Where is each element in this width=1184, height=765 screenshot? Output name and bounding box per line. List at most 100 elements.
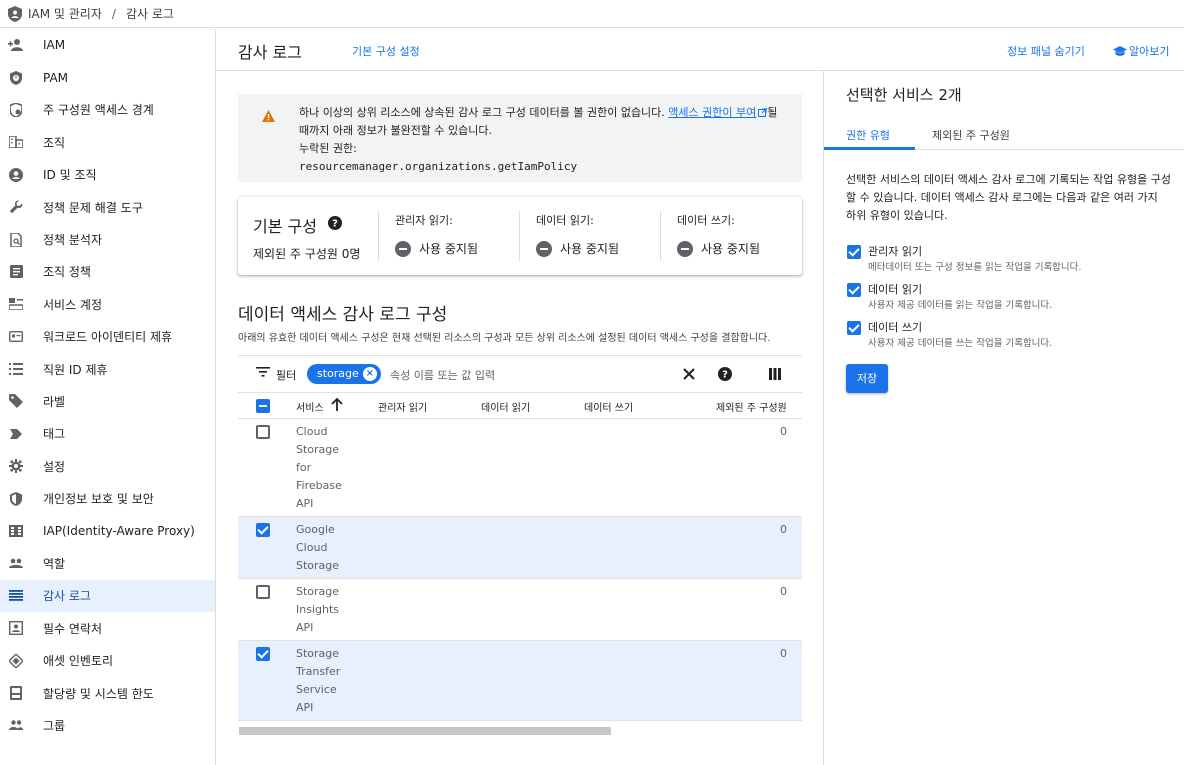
policy-analyzer-icon bbox=[8, 232, 24, 248]
service-name: Storage Transfer Service API bbox=[296, 645, 356, 717]
sidebar-item-asset-inventory[interactable]: 애셋 인벤토리 bbox=[0, 644, 215, 676]
sidebar-item-essential-contacts[interactable]: 필수 연락처 bbox=[0, 612, 215, 644]
filter-input[interactable]: 속성 이름 또는 값 입력 bbox=[390, 367, 495, 383]
sidebar-item-settings[interactable]: 설정 bbox=[0, 450, 215, 482]
roles-icon bbox=[8, 555, 24, 571]
default-config-link[interactable]: 기본 구성 설정 bbox=[352, 43, 420, 59]
sidebar-item-label: 워크로드 아이덴티티 제휴 bbox=[43, 330, 173, 345]
sidebar: IAM PAM 주 구성원 액세스 경계 조직 ID 및 조직 정책 문제 해결… bbox=[0, 29, 216, 765]
sidebar-item-label: 태그 bbox=[43, 427, 66, 442]
column-display-icon[interactable] bbox=[769, 368, 781, 380]
service-line: Google bbox=[296, 523, 335, 536]
sidebar-item-service-accounts[interactable]: 서비스 계정 bbox=[0, 288, 215, 320]
hide-info-panel-link[interactable]: 정보 패널 숨기기 bbox=[1007, 43, 1085, 59]
table-row[interactable]: Storage Insights API 0 bbox=[238, 579, 802, 641]
service-line: Service bbox=[296, 683, 337, 696]
clear-icon[interactable] bbox=[683, 368, 695, 380]
account-circle-icon bbox=[8, 167, 24, 183]
breadcrumb: IAM 및 관리자 / 감사 로그 bbox=[0, 0, 1184, 28]
shield-clock-icon bbox=[8, 70, 24, 86]
chip-remove-icon[interactable]: × bbox=[362, 367, 377, 381]
option-description: 사용자 제공 데이터를 읽는 작업을 기록합니다. bbox=[868, 300, 1053, 311]
exempted-count: 제외된 주 구성원 0명 bbox=[253, 247, 361, 261]
warning-message: 하나 이상의 상위 리소스에 상속된 감사 로그 구성 데이터를 볼 권한이 없… bbox=[299, 104, 782, 140]
column-service[interactable]: 서비스 bbox=[296, 399, 324, 414]
warning-icon bbox=[262, 110, 275, 122]
row-checkbox[interactable] bbox=[256, 523, 270, 537]
label-icon bbox=[8, 393, 24, 409]
data-write-checkbox[interactable] bbox=[847, 321, 861, 335]
sidebar-item-quotas[interactable]: 할당량 및 시스템 한도 bbox=[0, 677, 215, 709]
sidebar-item-label: 역할 bbox=[43, 556, 66, 571]
info-panel-title: 선택한 서비스 2개 bbox=[846, 86, 962, 104]
sidebar-item-pam[interactable]: PAM bbox=[0, 61, 215, 93]
sidebar-item-audit-logs[interactable]: 감사 로그 bbox=[0, 579, 215, 613]
exempted-value: 0 bbox=[780, 585, 787, 598]
learn-link[interactable]: 알아보기 bbox=[1113, 43, 1169, 59]
breadcrumb-root[interactable]: IAM 및 관리자 bbox=[28, 5, 102, 22]
option-label: 데이터 쓰기 bbox=[868, 321, 923, 334]
grant-access-link[interactable]: 액세스 권한이 부여 bbox=[668, 106, 768, 119]
sidebar-item-privacy-security[interactable]: 개인정보 보호 및 보안 bbox=[0, 482, 215, 514]
sidebar-item-tags[interactable]: 태그 bbox=[0, 418, 215, 450]
option-description: 메타데이터 또는 구성 정보를 읽는 작업을 기록합니다. bbox=[868, 262, 1082, 273]
sidebar-item-org-policy[interactable]: 조직 정책 bbox=[0, 256, 215, 288]
data-access-description: 아래의 유효한 데이터 액세스 구성은 현재 선택된 리소스의 구성과 모든 상… bbox=[238, 333, 771, 344]
table-header: 서비스 관리자 읽기 데이터 읽기 데이터 쓰기 제외된 주 구성원 bbox=[238, 393, 802, 419]
row-checkbox[interactable] bbox=[256, 647, 270, 661]
person-add-icon bbox=[8, 37, 24, 53]
missing-permission-label: 누락된 권한: bbox=[299, 142, 357, 155]
sidebar-item-troubleshooter[interactable]: 정책 문제 해결 도구 bbox=[0, 191, 215, 223]
data-read-value: 사용 중지됨 bbox=[560, 242, 620, 256]
default-config-title: 기본 구성 bbox=[253, 217, 317, 236]
data-write-value: 사용 중지됨 bbox=[701, 242, 761, 256]
service-line: Storage bbox=[296, 647, 340, 660]
filter-icon[interactable] bbox=[256, 367, 270, 377]
service-name: Google Cloud Storage bbox=[296, 521, 356, 575]
tab-exempted-principals[interactable]: 제외된 주 구성원 bbox=[932, 127, 1010, 143]
help-icon[interactable]: ? bbox=[718, 367, 732, 381]
help-icon[interactable]: ? bbox=[328, 216, 342, 230]
data-write-label: 데이터 쓰기: bbox=[677, 214, 735, 227]
sidebar-item-workforce-identity[interactable]: 직원 ID 제휴 bbox=[0, 353, 215, 385]
row-checkbox[interactable] bbox=[256, 425, 270, 439]
sidebar-item-access-boundary[interactable]: 주 구성원 액세스 경계 bbox=[0, 94, 215, 126]
sidebar-item-label: 할당량 및 시스템 한도 bbox=[43, 686, 154, 701]
sidebar-item-organization[interactable]: 조직 bbox=[0, 126, 215, 158]
horizontal-scrollbar[interactable] bbox=[239, 727, 611, 735]
disabled-icon bbox=[536, 240, 552, 257]
admin-read-value: 사용 중지됨 bbox=[419, 242, 479, 256]
table-row[interactable]: Google Cloud Storage 0 bbox=[238, 517, 802, 579]
sidebar-item-label: 개인정보 보호 및 보안 bbox=[43, 492, 154, 507]
tab-permission-types[interactable]: 권한 유형 bbox=[846, 127, 890, 143]
sidebar-item-identity[interactable]: ID 및 조직 bbox=[0, 159, 215, 191]
sidebar-item-groups[interactable]: 그룹 bbox=[0, 709, 215, 741]
option-description: 사용자 제공 데이터를 쓰는 작업을 기록합니다. bbox=[868, 338, 1053, 349]
privacy-shield-icon bbox=[8, 491, 24, 507]
main-content: 하나 이상의 상위 리소스에 상속된 감사 로그 구성 데이터를 볼 권한이 없… bbox=[216, 71, 823, 765]
filter-label: 필터 bbox=[276, 369, 297, 382]
sidebar-item-policy-analyzer[interactable]: 정책 분석자 bbox=[0, 223, 215, 255]
row-checkbox[interactable] bbox=[256, 585, 270, 599]
filter-chip[interactable]: storage × bbox=[307, 364, 381, 384]
table-row[interactable]: Cloud Storage for Firebase API 0 bbox=[238, 419, 802, 517]
sort-ascending-icon[interactable] bbox=[331, 398, 343, 411]
select-all-checkbox[interactable] bbox=[256, 399, 270, 413]
sidebar-item-roles[interactable]: 역할 bbox=[0, 547, 215, 579]
sidebar-item-iam[interactable]: IAM bbox=[0, 29, 215, 61]
tag-icon bbox=[8, 426, 24, 442]
breadcrumb-current: 감사 로그 bbox=[125, 7, 174, 21]
svg-text:?: ? bbox=[722, 370, 728, 381]
quota-icon bbox=[8, 685, 24, 701]
organization-icon bbox=[8, 134, 24, 150]
admin-read-checkbox[interactable] bbox=[847, 245, 861, 259]
save-button[interactable]: 저장 bbox=[846, 364, 888, 393]
sidebar-item-iap[interactable]: IAP(Identity-Aware Proxy) bbox=[0, 515, 215, 547]
service-name: Cloud Storage for Firebase API bbox=[296, 423, 356, 513]
filter-chip-label: storage bbox=[317, 367, 359, 380]
gear-icon bbox=[8, 458, 24, 474]
table-row[interactable]: Storage Transfer Service API 0 bbox=[238, 641, 802, 721]
data-read-checkbox[interactable] bbox=[847, 283, 861, 297]
sidebar-item-workload-identity[interactable]: 워크로드 아이덴티티 제휴 bbox=[0, 321, 215, 353]
sidebar-item-labels[interactable]: 라벨 bbox=[0, 385, 215, 417]
